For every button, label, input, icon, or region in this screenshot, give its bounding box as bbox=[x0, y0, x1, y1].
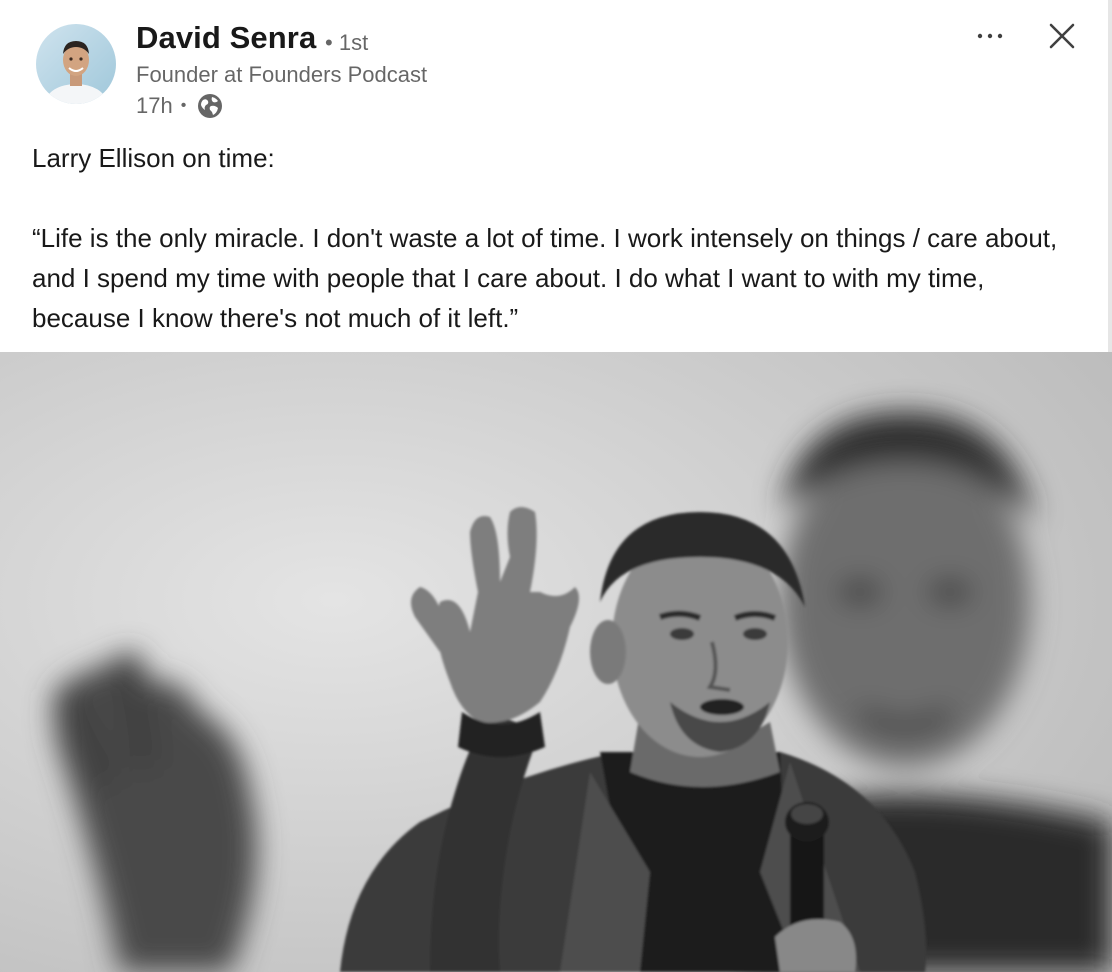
connection-degree: • 1st bbox=[325, 30, 368, 56]
profile-photo-icon bbox=[36, 24, 116, 104]
meta-separator: • bbox=[180, 97, 187, 114]
close-button[interactable] bbox=[1040, 14, 1084, 58]
photo-icon bbox=[0, 352, 1112, 972]
degree-dot: • bbox=[325, 30, 333, 55]
more-options-button[interactable] bbox=[966, 18, 1014, 54]
degree-label: 1st bbox=[338, 30, 369, 55]
card-edge bbox=[1108, 0, 1112, 352]
globe-icon bbox=[196, 92, 224, 120]
post-timestamp: 17h bbox=[136, 93, 173, 118]
close-icon bbox=[1049, 23, 1075, 49]
author-avatar[interactable] bbox=[36, 24, 116, 104]
author-name[interactable]: David Senra bbox=[136, 20, 316, 56]
post-card: David Senra • 1st Founder at Founders Po… bbox=[0, 0, 1112, 972]
post-image[interactable] bbox=[0, 352, 1112, 972]
post-header: David Senra • 1st Founder at Founders Po… bbox=[0, 0, 1108, 130]
author-headline: Founder at Founders Podcast bbox=[136, 62, 428, 87]
ellipsis-icon bbox=[977, 33, 1003, 39]
post-body-text: Larry Ellison on time: “Life is the only… bbox=[32, 143, 1058, 333]
post-meta: 17h • bbox=[136, 92, 224, 120]
